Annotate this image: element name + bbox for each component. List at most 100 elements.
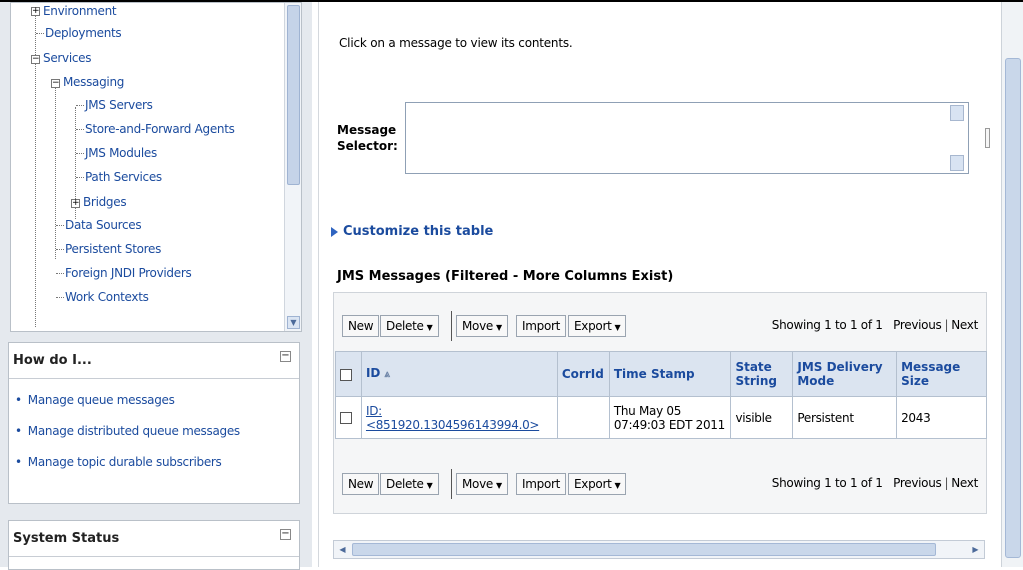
chevron-down-icon: ▼ xyxy=(426,323,433,332)
selector-label-line-1: Message xyxy=(337,123,397,137)
textarea-scrollbar[interactable] xyxy=(950,105,966,171)
collapse-panel-icon[interactable]: − xyxy=(280,351,291,362)
scroll-left-arrow-icon[interactable]: ◀ xyxy=(336,543,349,556)
collapse-icon[interactable]: − xyxy=(31,55,40,64)
chevron-down-icon: ▼ xyxy=(614,481,621,490)
system-status-title: System Status xyxy=(13,531,120,546)
page-scrollbar[interactable] xyxy=(1001,2,1023,567)
previous-link[interactable]: Previous xyxy=(893,476,942,490)
tree-item-jms-modules[interactable]: JMS Modules xyxy=(85,146,157,160)
delete-button[interactable]: Delete ▼ xyxy=(380,315,439,337)
column-header-id[interactable]: ID ⩓ xyxy=(360,351,558,397)
main-content: Click on a message to view its contents.… xyxy=(318,2,1023,567)
column-header-message-size[interactable]: Message Size xyxy=(896,351,987,397)
help-link-manage-topic-durable-subscribers[interactable]: Manage topic durable subscribers xyxy=(28,455,222,469)
import-button[interactable]: Import xyxy=(516,473,567,495)
system-status-header: System Status − xyxy=(9,521,299,557)
message-id-link[interactable]: ID:<851920.1304596143994.0> xyxy=(366,404,540,432)
tree-item-work-contexts[interactable]: Work Contexts xyxy=(65,290,149,304)
bullet-icon: • xyxy=(15,455,22,469)
intro-text: Click on a message to view its contents. xyxy=(339,36,573,50)
list-item[interactable]: • Manage distributed queue messages xyxy=(15,424,299,438)
move-button[interactable]: Move ▼ xyxy=(456,315,508,337)
export-button[interactable]: Export ▼ xyxy=(568,315,627,337)
expand-icon[interactable]: + xyxy=(71,199,80,208)
tree-item-data-sources[interactable]: Data Sources xyxy=(65,218,142,232)
scroll-right-arrow-icon[interactable]: ▶ xyxy=(969,543,982,556)
resize-handle[interactable] xyxy=(985,128,990,148)
scrollbar-thumb[interactable] xyxy=(352,543,936,556)
tree-scrollbar[interactable]: ▼ xyxy=(284,3,301,331)
bullet-icon: • xyxy=(15,393,22,407)
tree-item-messaging[interactable]: Messaging xyxy=(63,75,124,89)
table-header-row: ID ⩓ CorrId Time Stamp State String JMS D… xyxy=(335,351,987,397)
expand-icon[interactable]: + xyxy=(31,7,40,16)
how-do-i-panel: How do I... − • Manage queue messages • Ma… xyxy=(8,342,300,504)
chevron-down-icon: ▼ xyxy=(614,323,621,332)
scroll-down-arrow-icon[interactable] xyxy=(950,155,964,171)
message-selector-textarea[interactable] xyxy=(405,102,969,174)
tree-item-deployments[interactable]: Deployments xyxy=(45,26,122,40)
row-select-cell[interactable] xyxy=(335,396,362,439)
move-button[interactable]: Move ▼ xyxy=(456,473,508,495)
new-button[interactable]: New xyxy=(342,315,380,337)
column-header-jms-delivery-mode[interactable]: JMS Delivery Mode xyxy=(792,351,898,397)
tree-item-bridges[interactable]: Bridges xyxy=(83,195,127,209)
how-do-i-header: How do I... − xyxy=(9,343,299,379)
table-toolbar-top: New Delete ▼ Move ▼ Import Export ▼ Showing… xyxy=(342,311,979,341)
state-cell: visible xyxy=(730,396,794,439)
jms-messages-table: ID ⩓ CorrId Time Stamp State String JMS D… xyxy=(335,351,987,439)
customize-label[interactable]: Customize this table xyxy=(343,224,493,239)
previous-link[interactable]: Previous xyxy=(893,318,942,332)
message-selector-label: Message Selector: xyxy=(337,122,398,154)
pagination: Showing 1 to 1 of 1 Previous | Next xyxy=(771,476,979,490)
left-sidebar: + Environment Deployments − Services − M… xyxy=(0,2,312,570)
import-button[interactable]: Import xyxy=(516,315,567,337)
timestamp-time: 07:49:03 EDT 2011 xyxy=(613,417,725,432)
chevron-down-icon: ▼ xyxy=(495,481,502,490)
help-link-manage-queue-messages[interactable]: Manage queue messages xyxy=(28,393,175,407)
message-id-cell[interactable]: ID:<851920.1304596143994.0> xyxy=(360,396,558,439)
row-checkbox[interactable] xyxy=(340,412,352,424)
how-do-i-title: How do I... xyxy=(13,353,92,368)
message-size-cell: 2043 xyxy=(896,396,987,439)
tree-item-services[interactable]: Services xyxy=(43,51,92,65)
delete-button[interactable]: Delete ▼ xyxy=(380,473,439,495)
how-do-i-list: • Manage queue messages • Manage distribut… xyxy=(9,379,299,469)
table-row[interactable]: ID:<851920.1304596143994.0> Thu May 05 07… xyxy=(335,396,987,439)
column-header-corrid[interactable]: CorrId xyxy=(556,351,610,397)
scroll-down-arrow-icon[interactable]: ▼ xyxy=(287,316,300,329)
table-title: JMS Messages (Filtered - More Columns Ex… xyxy=(337,269,674,284)
collapse-panel-icon[interactable]: − xyxy=(280,529,291,540)
scrollbar-thumb[interactable] xyxy=(1005,58,1021,558)
column-header-state-string[interactable]: State String xyxy=(730,351,794,397)
help-link-manage-distributed-queue-messages[interactable]: Manage distributed queue messages xyxy=(28,424,240,438)
collapse-icon[interactable]: − xyxy=(51,79,60,88)
tree-item-store-and-forward-agents[interactable]: Store-and-Forward Agents xyxy=(85,122,235,136)
next-link[interactable]: Next xyxy=(951,476,978,490)
sort-ascending-icon[interactable]: ⩓ xyxy=(384,368,390,382)
next-link[interactable]: Next xyxy=(951,318,978,332)
select-all-checkbox[interactable] xyxy=(340,368,352,381)
tree-item-path-services[interactable]: Path Services xyxy=(85,170,162,184)
timestamp-date: Thu May 05 xyxy=(613,403,682,418)
pagination: Showing 1 to 1 of 1 Previous | Next xyxy=(771,318,979,332)
horizontal-scrollbar[interactable]: ◀ ▶ xyxy=(333,540,985,559)
table-toolbar-bottom: New Delete ▼ Move ▼ Import Export ▼ Showing… xyxy=(342,469,979,499)
scrollbar-thumb[interactable] xyxy=(287,5,300,185)
list-item[interactable]: • Manage queue messages xyxy=(15,393,299,407)
select-all-header[interactable] xyxy=(335,351,362,397)
tree-item-foreign-jndi-providers[interactable]: Foreign JNDI Providers xyxy=(65,266,192,280)
tree-item-persistent-stores[interactable]: Persistent Stores xyxy=(65,242,161,256)
list-item[interactable]: • Manage topic durable subscribers xyxy=(15,455,299,469)
tree-item-environment[interactable]: Environment xyxy=(43,4,117,18)
domain-structure-tree: + Environment Deployments − Services − M… xyxy=(10,2,302,332)
chevron-down-icon: ▼ xyxy=(495,323,502,332)
tree-item-jms-servers[interactable]: JMS Servers xyxy=(85,98,153,112)
system-status-panel: System Status − xyxy=(8,520,300,570)
scroll-up-arrow-icon[interactable] xyxy=(950,105,964,121)
column-header-time-stamp[interactable]: Time Stamp xyxy=(608,351,732,397)
new-button[interactable]: New xyxy=(342,473,380,495)
customize-table-link[interactable]: Customize this table xyxy=(331,224,493,239)
export-button[interactable]: Export ▼ xyxy=(568,473,627,495)
